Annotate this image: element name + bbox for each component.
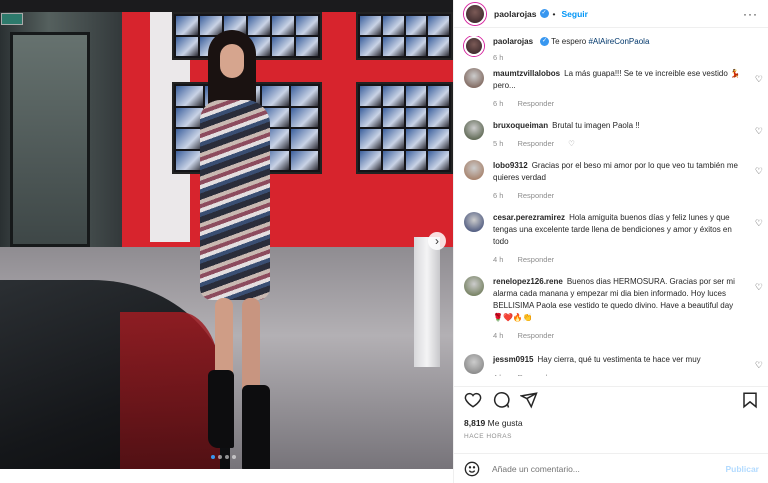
studio-scene [0, 12, 453, 469]
presenter-figure [180, 30, 290, 469]
add-comment-bar: Publicar [454, 453, 768, 483]
comment-heart-icon[interactable]: ♡ [755, 166, 763, 177]
reply-button[interactable]: Responder [517, 254, 554, 266]
comment-row: jessm0915 Hay cierra, qué tu vestimenta t… [454, 354, 768, 376]
caption-text: Te espero [551, 37, 587, 46]
more-options-icon[interactable]: ··· [743, 7, 758, 21]
comment-time: 6 h [493, 191, 504, 200]
publish-button[interactable]: Publicar [725, 464, 759, 474]
caption-hashtag[interactable]: #AlAireConPaola [588, 37, 649, 46]
commenter-avatar[interactable] [464, 68, 484, 88]
commenter-avatar[interactable] [464, 276, 484, 296]
comments-list[interactable]: paolarojas ✓ Te espero #AlAireConPaola 6 … [454, 36, 768, 376]
follow-button[interactable]: Seguir [562, 9, 588, 19]
post-side-panel: paolarojas ✓ • Seguir ··· paolarojas ✓ Te… [453, 0, 768, 483]
carousel-next-button[interactable]: › [428, 232, 446, 250]
comment-text: Gracias por el beso mi amor por lo que v… [493, 161, 739, 182]
smiley-icon[interactable] [464, 461, 480, 477]
monitor-wall-mid-right [356, 82, 453, 174]
reply-button[interactable]: Responder [517, 138, 554, 150]
commenter-avatar[interactable] [464, 120, 484, 140]
send-icon[interactable] [519, 391, 538, 409]
studio-stand [414, 237, 440, 367]
commenter-username[interactable]: jessm0915 [493, 355, 533, 364]
commenter-avatar[interactable] [464, 160, 484, 180]
bookmark-icon[interactable] [741, 391, 759, 409]
verified-badge-icon: ✓ [540, 37, 550, 47]
comment-row: lobo9312 Gracias por el beso mi amor por … [454, 160, 768, 212]
carousel-dot [225, 455, 229, 459]
likes-count: 8,819 [464, 418, 486, 428]
comment-row: renelopez126.rene Buenos dias HERMOSURA. … [454, 276, 768, 354]
comment-like-small-icon[interactable]: ♡ [568, 138, 575, 150]
comment-heart-icon[interactable]: ♡ [755, 126, 763, 137]
commenter-username[interactable]: bruxoqueiman [493, 121, 548, 130]
caption-username[interactable]: paolarojas [493, 37, 533, 46]
post-header: paolarojas ✓ • Seguir ··· [454, 0, 768, 28]
author-username[interactable]: paolarojas [494, 9, 537, 19]
carousel-dots [211, 455, 236, 459]
caption-time: 6 h [493, 53, 504, 62]
reply-button[interactable]: Responder [517, 330, 554, 342]
author-avatar[interactable] [464, 2, 486, 25]
comment-heart-icon[interactable]: ♡ [755, 74, 763, 85]
comment-heart-icon[interactable]: ♡ [755, 218, 763, 229]
reply-button[interactable]: Responder [517, 190, 554, 202]
comment-time: 4 h [493, 372, 503, 376]
caption-author-avatar[interactable] [464, 36, 484, 56]
corner-badge [1, 13, 23, 25]
post-timestamp: HACE HORAS [464, 433, 512, 440]
heart-icon[interactable] [464, 391, 482, 409]
carousel-dot [232, 455, 236, 459]
comment-input[interactable] [492, 463, 702, 474]
comment-heart-icon[interactable]: ♡ [755, 282, 763, 293]
commenter-avatar[interactable] [464, 354, 484, 374]
instagram-post-view: › paolarojas ✓ • Seguir ··· paolarojas ✓ … [0, 0, 768, 483]
comment-row: cesar.perezramirez Hola amiguita buenos d… [454, 212, 768, 276]
comment-time: 6 h [493, 99, 504, 108]
reply-button[interactable]: Responder [517, 372, 554, 376]
caption-row: paolarojas ✓ Te espero #AlAireConPaola 6 … [454, 36, 768, 68]
comment-row: bruxoqueiman Brutal tu imagen Paola !! 5 h… [454, 120, 768, 160]
commenter-username[interactable]: renelopez126.rene [493, 277, 563, 286]
comment-time: 4 h [493, 255, 504, 264]
comment-row: maumtzvillalobos La más guapa!!! Se te ve… [454, 68, 768, 120]
reply-button[interactable]: Responder [517, 98, 554, 110]
comment-time: 5 h [493, 139, 504, 148]
likes-label: Me gusta [487, 418, 523, 428]
monitor-wall-right [356, 12, 453, 60]
comment-heart-icon[interactable]: ♡ [755, 360, 763, 371]
glass-door [0, 12, 122, 262]
comment-icon[interactable] [492, 391, 510, 409]
comment-time: 4 h [493, 331, 504, 340]
commenter-username[interactable]: cesar.perezramirez [493, 213, 565, 222]
commenter-avatar[interactable] [464, 212, 484, 232]
commenter-username[interactable]: maumtzvillalobos [493, 69, 560, 78]
post-photo[interactable]: › [0, 0, 453, 469]
commenter-username[interactable]: lobo9312 [493, 161, 528, 170]
comment-text: Brutal tu imagen Paola !! [552, 121, 640, 130]
verified-badge-icon: ✓ [539, 9, 549, 18]
carousel-dot [211, 455, 215, 459]
carousel-dot [218, 455, 222, 459]
comment-text: Hay cierra, qué tu vestimenta te hace ve… [537, 355, 701, 364]
header-separator: • [552, 8, 556, 19]
post-actions-bar [454, 386, 768, 412]
likes-summary[interactable]: 8,819 Me gusta [464, 418, 523, 428]
